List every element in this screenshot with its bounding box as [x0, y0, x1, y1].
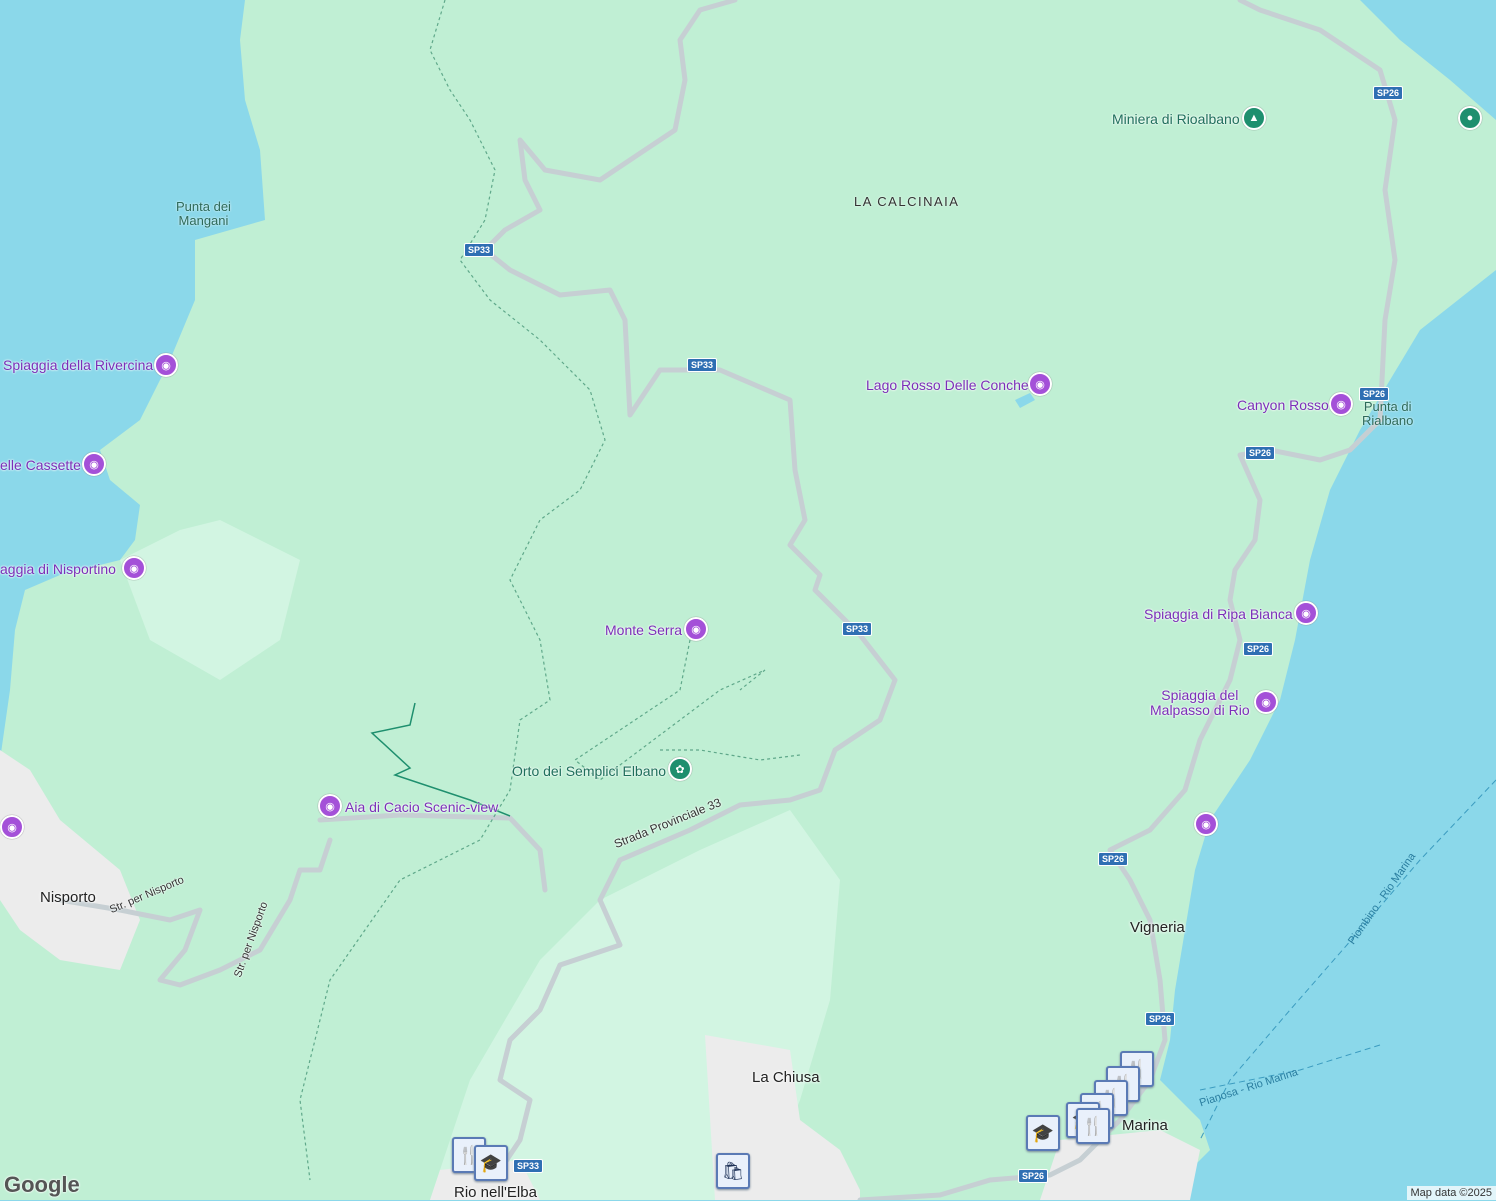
- poi-label-spiaggia-ripa-bianca[interactable]: Spiaggia di Ripa Bianca: [1144, 606, 1293, 622]
- poi-label-aia-di-cacio[interactable]: Aia di Cacio Scenic-view: [345, 799, 498, 815]
- place-rio-nell-elba[interactable]: Rio nell'Elba: [454, 1184, 537, 1201]
- road-shield-sp26: SP26: [1145, 1012, 1175, 1026]
- camera-icon[interactable]: ◉: [122, 556, 146, 580]
- poi-label-cassette[interactable]: elle Cassette: [0, 457, 81, 473]
- place-la-chiusa[interactable]: La Chiusa: [752, 1069, 820, 1086]
- road-shield-sp33: SP33: [687, 358, 717, 372]
- marker-icon[interactable]: ●: [1458, 106, 1482, 130]
- road-shield-sp33: SP33: [513, 1159, 543, 1173]
- restaurant-icon[interactable]: 🍴: [1076, 1108, 1110, 1144]
- camera-icon[interactable]: ◉: [1294, 601, 1318, 625]
- camera-icon[interactable]: ◉: [1254, 690, 1278, 714]
- camera-icon[interactable]: ◉: [0, 815, 24, 839]
- camera-icon[interactable]: ◉: [82, 452, 106, 476]
- camera-icon[interactable]: ◉: [1028, 372, 1052, 396]
- poi-label-lago-rosso[interactable]: Lago Rosso Delle Conche: [866, 377, 1029, 393]
- road-shield-sp26: SP26: [1018, 1169, 1048, 1183]
- road-shield-sp26: SP26: [1359, 387, 1389, 401]
- flower-icon[interactable]: ✿: [668, 757, 692, 781]
- urban-rio-marina: [1040, 1130, 1200, 1200]
- road-shield-sp26: SP26: [1373, 86, 1403, 100]
- road-shield-sp33: SP33: [842, 622, 872, 636]
- camera-icon[interactable]: ◉: [1329, 392, 1353, 416]
- place-rio-marina[interactable]: Marina: [1122, 1117, 1168, 1134]
- school-icon[interactable]: 🎓: [1026, 1115, 1060, 1151]
- road-shield-sp26: SP26: [1245, 446, 1275, 460]
- area-la-calcinaia: LA CALCINAIA: [854, 194, 959, 209]
- poi-label-miniera-rioalbano[interactable]: Miniera di Rioalbano: [1112, 111, 1240, 127]
- school-icon[interactable]: 🎓: [474, 1145, 508, 1181]
- road-shield-sp26: SP26: [1243, 642, 1273, 656]
- camera-icon[interactable]: ◉: [154, 353, 178, 377]
- place-nisporto[interactable]: Nisporto: [40, 889, 96, 906]
- poi-label-orto-semplici[interactable]: Orto dei Semplici Elbano: [512, 763, 666, 779]
- poi-label-spiaggia-nisportino[interactable]: aggia di Nisportino: [0, 561, 116, 577]
- tree-icon[interactable]: ▲: [1242, 106, 1266, 130]
- google-logo: Google: [4, 1172, 80, 1198]
- road-shield-sp26: SP26: [1098, 852, 1128, 866]
- label-punta-dei-mangani: Punta dei Mangani: [176, 200, 231, 228]
- map-canvas[interactable]: [0, 0, 1496, 1200]
- poi-label-monte-serra[interactable]: Monte Serra: [605, 622, 682, 638]
- place-vigneria[interactable]: Vigneria: [1130, 919, 1185, 936]
- label-punta-di-rialbano: Punta di Rialbano: [1362, 400, 1413, 428]
- camera-icon[interactable]: ◉: [684, 617, 708, 641]
- poi-label-canyon-rosso[interactable]: Canyon Rosso: [1237, 397, 1329, 413]
- road-shield-sp33: SP33: [464, 243, 494, 257]
- poi-label-spiaggia-rivercina[interactable]: Spiaggia della Rivercina: [3, 357, 153, 373]
- camera-icon[interactable]: ◉: [1194, 812, 1218, 836]
- shopping-bag-icon[interactable]: 🛍: [716, 1153, 750, 1189]
- camera-icon[interactable]: ◉: [318, 794, 342, 818]
- poi-label-spiaggia-malpasso[interactable]: Spiaggia del Malpasso di Rio: [1150, 688, 1250, 718]
- map-attribution[interactable]: Map data ©2025: [1407, 1186, 1496, 1200]
